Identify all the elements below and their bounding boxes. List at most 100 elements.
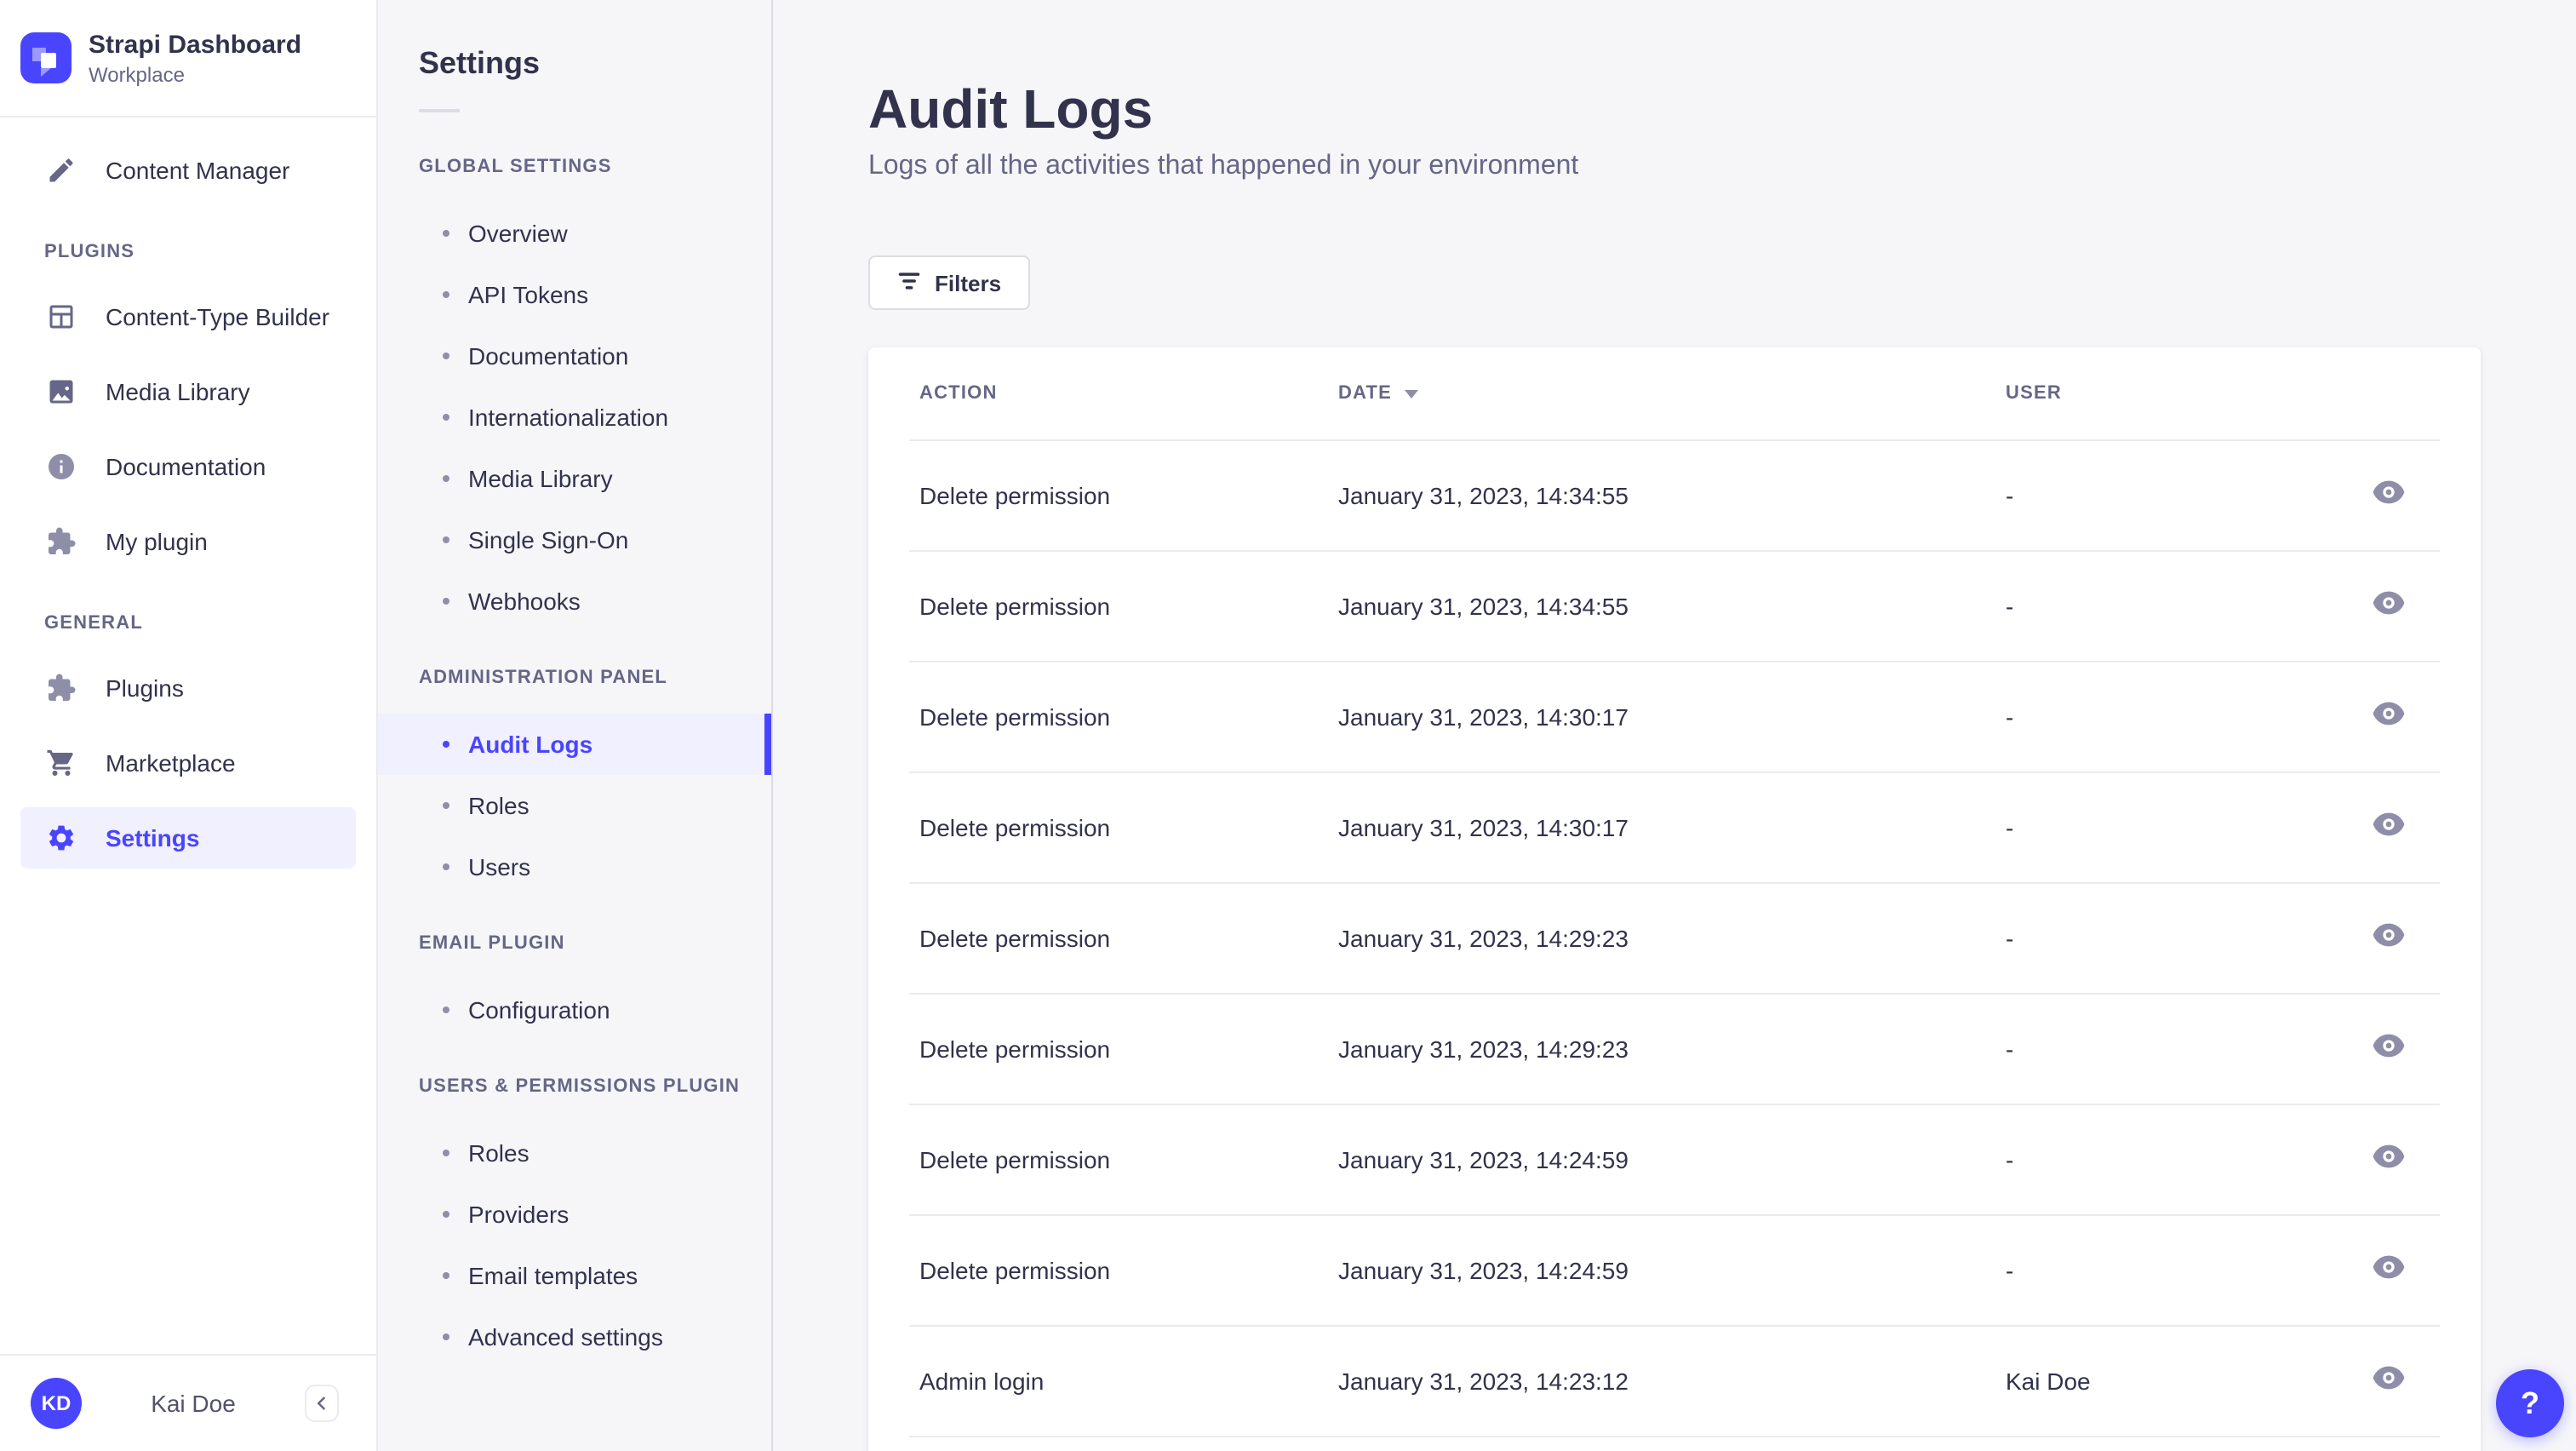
help-button[interactable]: ? (2496, 1369, 2564, 1437)
bullet-dot (443, 414, 449, 421)
settings-item-overview[interactable]: Overview (378, 203, 771, 264)
settings-item-users[interactable]: Users (378, 836, 771, 898)
table-row[interactable]: Delete permission January 31, 2023, 14:3… (868, 550, 2481, 661)
settings-item-label: Overview (468, 220, 568, 247)
bullet-dot (443, 1007, 449, 1013)
bullet-dot (443, 1150, 449, 1156)
settings-item-label: Configuration (468, 996, 610, 1024)
cart-icon (44, 746, 78, 780)
cell-action: Delete permission (919, 481, 1111, 508)
puzzle-icon (44, 671, 78, 705)
sidebar-item-label: Documentation (106, 453, 266, 480)
eye-icon (2371, 923, 2405, 952)
settings-item-label: Providers (468, 1201, 570, 1228)
bullet-dot (443, 1211, 449, 1218)
view-log-button[interactable] (2295, 771, 2481, 882)
settings-item-label: Media Library (468, 465, 613, 492)
cell-date: January 31, 2023, 14:34:55 (1338, 592, 1629, 619)
sidebar-item-documentation[interactable]: Documentation (20, 436, 356, 497)
settings-item-webhooks[interactable]: Webhooks (378, 571, 771, 632)
settings-item-roles[interactable]: Roles (378, 775, 771, 836)
nav-section-plugins: Plugins (44, 242, 135, 262)
sidebar-item-marketplace[interactable]: Marketplace (20, 732, 356, 794)
cell-date: January 31, 2023, 14:34:55 (1338, 481, 1629, 508)
main-nav: Content Manager Plugins Content-Type Bui… (0, 118, 376, 869)
sidebar-item-media-library[interactable]: Media Library (20, 361, 356, 422)
table-row[interactable]: Delete permission January 31, 2023, 14:3… (868, 661, 2481, 771)
column-header-user: User (2006, 383, 2062, 404)
column-header-date[interactable]: Date (1338, 383, 2006, 404)
settings-item-label: Roles (468, 792, 530, 819)
settings-item-label: Documentation (468, 342, 629, 370)
settings-item-providers[interactable]: Providers (378, 1184, 771, 1245)
brand-title: Strapi Dashboard (89, 30, 302, 59)
collapse-sidebar-button[interactable] (305, 1385, 339, 1422)
eye-icon (2371, 812, 2405, 841)
view-log-button[interactable] (2295, 993, 2481, 1104)
settings-item-internationalization[interactable]: Internationalization (378, 387, 771, 448)
settings-item-email-templates[interactable]: Email templates (378, 1245, 771, 1306)
cell-user: - (2006, 592, 2014, 619)
settings-item-media-library[interactable]: Media Library (378, 448, 771, 509)
sidebar-item-label: My plugin (106, 528, 208, 555)
gear-icon (44, 821, 78, 855)
cell-user: - (2006, 1035, 2014, 1062)
cell-action: Delete permission (919, 1145, 1111, 1173)
sidebar-item-plugins[interactable]: Plugins (20, 657, 356, 719)
settings-item-advanced-settings[interactable]: Advanced settings (378, 1306, 771, 1368)
cell-date: January 31, 2023, 14:23:12 (1338, 1367, 1629, 1394)
bullet-dot (443, 1333, 449, 1340)
avatar[interactable]: KD (31, 1378, 82, 1429)
eye-icon (2371, 702, 2405, 731)
settings-item-audit-logs[interactable]: Audit Logs (378, 714, 771, 775)
settings-item-up-roles[interactable]: Roles (378, 1122, 771, 1184)
settings-item-label: Users (468, 853, 531, 880)
table-row[interactable]: Delete permission January 31, 2023, 14:3… (868, 771, 2481, 882)
picture-icon (44, 375, 78, 409)
settings-item-configuration[interactable]: Configuration (378, 979, 771, 1041)
user-name: Kai Doe (151, 1390, 236, 1417)
brand-text: Strapi Dashboard Workplace (89, 30, 301, 86)
settings-title: Settings (419, 46, 541, 80)
sidebar-item-settings[interactable]: Settings (20, 807, 356, 869)
sidebar-item-content-type-builder[interactable]: Content-Type Builder (20, 286, 356, 347)
view-log-button[interactable] (2295, 439, 2481, 550)
workspace-brand[interactable]: Strapi Dashboard Workplace (0, 0, 376, 118)
eye-icon (2371, 1255, 2405, 1284)
view-log-button[interactable] (2295, 550, 2481, 661)
settings-item-single-sign-on[interactable]: Single Sign-On (378, 509, 771, 571)
user-area: KD Kai Doe (0, 1354, 376, 1451)
bullet-dot (443, 598, 449, 605)
view-log-button[interactable] (2295, 882, 2481, 993)
settings-item-label: Roles (468, 1139, 530, 1167)
settings-item-documentation[interactable]: Documentation (378, 325, 771, 387)
table-row[interactable]: Delete permission January 31, 2023, 14:2… (868, 993, 2481, 1104)
bullet-dot (443, 475, 449, 482)
settings-item-label: Internationalization (468, 404, 669, 431)
view-log-button[interactable] (2295, 1325, 2481, 1436)
settings-item-label: Audit Logs (468, 731, 593, 758)
view-log-button[interactable] (2295, 661, 2481, 771)
eye-icon (2371, 1034, 2405, 1063)
view-log-button[interactable] (2295, 1104, 2481, 1214)
table-row[interactable]: Delete permission January 31, 2023, 14:2… (868, 1104, 2481, 1214)
table-row (868, 1436, 2481, 1451)
table-row[interactable]: Admin login January 31, 2023, 14:23:12 K… (868, 1325, 2481, 1436)
cell-date: January 31, 2023, 14:29:23 (1338, 1035, 1629, 1062)
app-root: Strapi Dashboard Workplace Content Manag… (0, 0, 2576, 1451)
table-row[interactable]: Delete permission January 31, 2023, 14:2… (868, 882, 2481, 993)
table-row[interactable]: Delete permission January 31, 2023, 14:2… (868, 1214, 2481, 1325)
settings-item-label: Email templates (468, 1262, 638, 1289)
cell-date: January 31, 2023, 14:30:17 (1338, 813, 1629, 840)
table-row[interactable]: Delete permission January 31, 2023, 14:3… (868, 439, 2481, 550)
bullet-dot (443, 353, 449, 359)
view-log-button[interactable] (2295, 1214, 2481, 1325)
table-header-row: Action Date User (868, 347, 2481, 439)
bullet-dot (443, 741, 449, 748)
eye-icon (2371, 1144, 2405, 1173)
sidebar-item-my-plugin[interactable]: My plugin (20, 511, 356, 572)
sidebar-item-content-manager[interactable]: Content Manager (20, 140, 356, 201)
settings-item-label: Webhooks (468, 588, 581, 615)
filters-button[interactable]: Filters (868, 255, 1031, 310)
settings-item-api-tokens[interactable]: API Tokens (378, 264, 771, 325)
